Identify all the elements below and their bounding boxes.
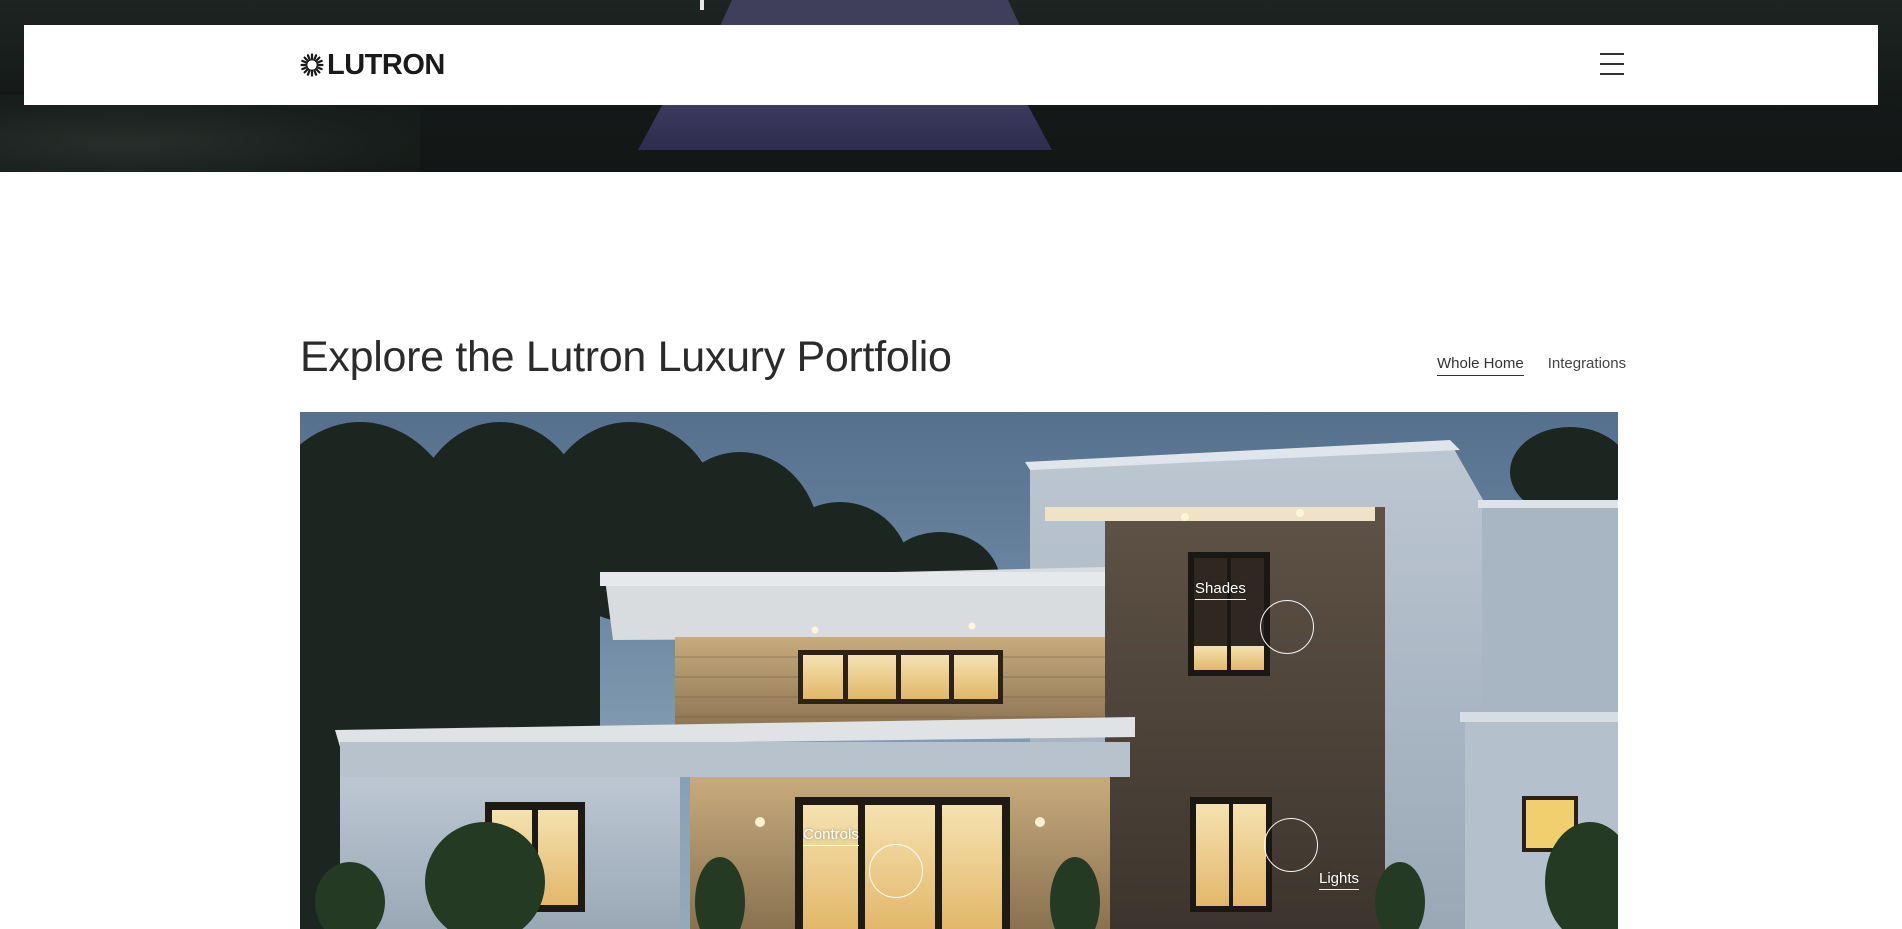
hamburger-menu-icon[interactable] [1600, 53, 1624, 75]
tab-integrations[interactable]: Integrations [1548, 355, 1626, 376]
house-feature-image: Shades Controls Lights [300, 412, 1618, 929]
hero-pole [700, 0, 704, 10]
hero-path-top [720, 0, 1020, 26]
hotspot-label-lights[interactable]: Lights [1319, 870, 1360, 890]
house-illustration [300, 422, 1618, 929]
hotspot-label-controls[interactable]: Controls [803, 826, 859, 846]
tab-whole-home[interactable]: Whole Home [1437, 355, 1524, 376]
menu-line [1600, 63, 1624, 65]
site-header: LUTRON [24, 25, 1878, 105]
hotspot-controls[interactable] [869, 844, 923, 898]
menu-line [1600, 73, 1624, 75]
section-title: Explore the Lutron Luxury Portfolio [300, 333, 952, 381]
menu-line [1600, 53, 1624, 55]
lutron-logo[interactable]: LUTRON [300, 49, 445, 81]
portfolio-tabs: Whole Home Integrations [1437, 355, 1626, 376]
lutron-sunburst-icon [300, 53, 324, 77]
hotspot-shades[interactable] [1260, 600, 1314, 654]
hero-grass [0, 95, 420, 172]
hotspot-lights[interactable] [1264, 818, 1318, 872]
logo-wordmark: LUTRON [327, 49, 445, 81]
hero-path-bottom [638, 104, 1052, 150]
hotspot-label-shades[interactable]: Shades [1195, 580, 1246, 600]
